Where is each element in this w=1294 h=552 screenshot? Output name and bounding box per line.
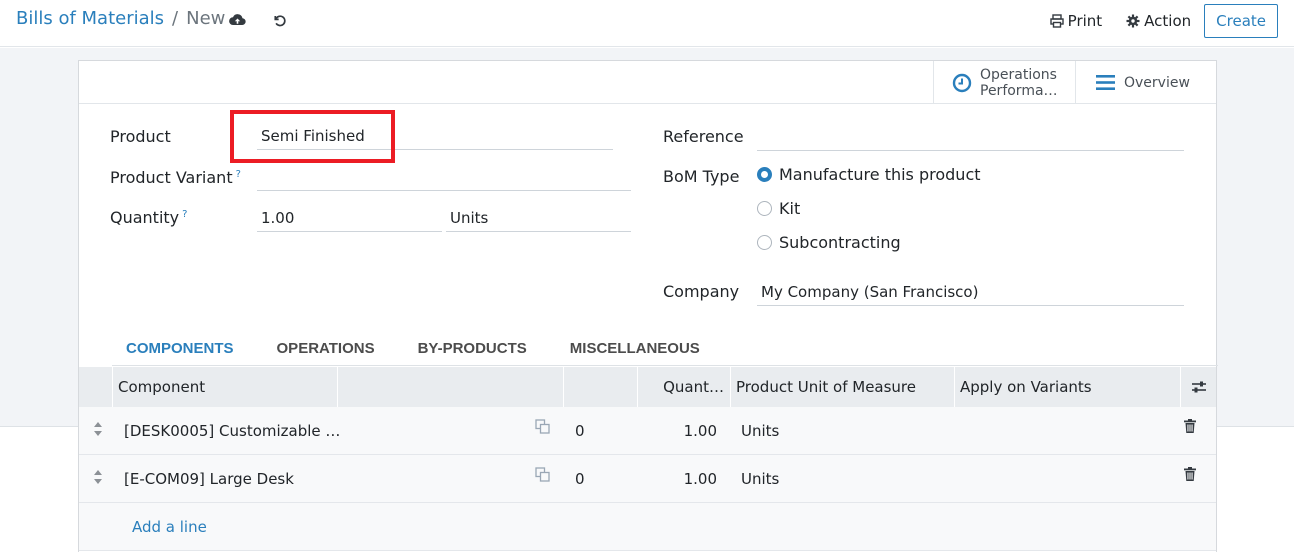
operations-label-line2: Performa… xyxy=(980,82,1058,99)
column-header-uom[interactable]: Product Unit of Measure xyxy=(730,367,954,407)
trash-icon[interactable] xyxy=(1184,467,1196,481)
sliders-icon xyxy=(1191,381,1206,393)
product-variant-label-text: Product Variant xyxy=(110,168,233,187)
quantity-label: Quantity? xyxy=(110,208,187,227)
highlight-box xyxy=(230,110,395,163)
bom-type-manufacture-radio[interactable]: Manufacture this product xyxy=(757,165,981,184)
row-col3: 0 xyxy=(575,422,585,440)
create-button[interactable]: Create xyxy=(1204,4,1278,38)
column-header-component[interactable]: Component xyxy=(112,367,337,407)
tab-components[interactable]: COMPONENTS xyxy=(112,338,234,366)
discard-icon[interactable] xyxy=(270,11,288,29)
bom-type-subcontracting-label: Subcontracting xyxy=(779,233,901,252)
action-button[interactable]: Action xyxy=(1126,12,1191,30)
bars-icon xyxy=(1096,75,1115,90)
row-component: [DESK0005] Customizable … xyxy=(124,422,341,440)
table-row[interactable]: [DESK0005] Customizable … 0 1.00 Units xyxy=(79,407,1216,455)
company-label: Company xyxy=(663,282,740,301)
company-field[interactable]: My Company (San Francisco) xyxy=(757,280,1184,306)
print-button[interactable]: Print xyxy=(1049,12,1103,30)
drag-handle-icon[interactable] xyxy=(93,421,103,437)
copy-icon[interactable] xyxy=(535,467,550,482)
bom-type-label: BoM Type xyxy=(663,167,740,186)
trash-icon[interactable] xyxy=(1184,419,1196,433)
quantity-field[interactable]: 1.00 xyxy=(257,206,442,232)
operations-performance-button[interactable]: Operations Performa… xyxy=(933,61,1075,104)
product-variant-field[interactable] xyxy=(257,165,631,191)
bom-type-kit-radio[interactable]: Kit xyxy=(757,199,800,218)
operations-label-line1: Operations xyxy=(980,66,1057,83)
bom-type-subcontracting-radio[interactable]: Subcontracting xyxy=(757,233,901,252)
column-header-blank xyxy=(563,367,637,407)
bom-type-manufacture-label: Manufacture this product xyxy=(779,165,981,184)
drag-handle-icon[interactable] xyxy=(93,469,103,485)
tab-by-products[interactable]: BY-PRODUCTS xyxy=(404,338,527,366)
table-header: Component Quant… Product Unit of Measure… xyxy=(79,367,1216,407)
smart-button-box: Operations Performa… Overview xyxy=(79,61,1216,104)
overview-label: Overview xyxy=(1124,74,1190,91)
breadcrumb-separator: / xyxy=(172,8,179,29)
radio-unchecked-icon xyxy=(757,235,772,250)
optional-columns-toggle[interactable] xyxy=(1180,367,1216,407)
radio-checked-icon xyxy=(757,167,772,182)
control-panel: Bills of Materials / New Print Action Cr… xyxy=(0,0,1294,47)
tab-miscellaneous[interactable]: MISCELLANEOUS xyxy=(556,338,700,366)
row-uom: Units xyxy=(741,422,780,440)
product-label: Product xyxy=(110,127,171,146)
tabs-divider xyxy=(112,365,1218,366)
clock-icon xyxy=(952,73,972,92)
reference-field[interactable] xyxy=(757,125,1184,151)
bom-type-kit-label: Kit xyxy=(779,199,801,218)
breadcrumb: Bills of Materials / New xyxy=(16,8,225,29)
help-icon[interactable]: ? xyxy=(182,209,187,220)
breadcrumb-bills-of-materials[interactable]: Bills of Materials xyxy=(16,8,164,29)
row-quantity: 1.00 xyxy=(683,422,717,440)
print-label: Print xyxy=(1067,12,1103,30)
column-header-quantity[interactable]: Quant… xyxy=(637,367,730,407)
gear-icon xyxy=(1126,14,1140,28)
radio-unchecked-icon xyxy=(757,201,772,216)
table-row[interactable]: [E-COM09] Large Desk 0 1.00 Units xyxy=(79,455,1216,503)
reference-label: Reference xyxy=(663,127,744,146)
add-line-row: Add a line xyxy=(79,503,1216,551)
quantity-uom-field[interactable]: Units xyxy=(446,206,631,232)
action-label: Action xyxy=(1144,12,1192,30)
notebook-tabs: COMPONENTS OPERATIONS BY-PRODUCTS MISCEL… xyxy=(112,338,729,366)
column-header-blank xyxy=(337,367,563,407)
help-icon[interactable]: ? xyxy=(236,169,241,180)
add-line-link[interactable]: Add a line xyxy=(132,503,207,551)
cloud-upload-icon[interactable] xyxy=(228,11,246,29)
tab-operations[interactable]: OPERATIONS xyxy=(263,338,375,366)
row-uom: Units xyxy=(741,470,780,488)
row-component: [E-COM09] Large Desk xyxy=(124,470,294,488)
overview-button[interactable]: Overview xyxy=(1075,61,1216,104)
breadcrumb-current: New xyxy=(186,8,226,29)
column-header-apply-on-variants[interactable]: Apply on Variants xyxy=(954,367,1180,407)
control-panel-actions: Print Action Create xyxy=(1026,4,1278,38)
product-variant-label: Product Variant? xyxy=(110,168,241,187)
form-sheet: Operations Performa… Overview Product Se… xyxy=(78,60,1218,552)
row-col3: 0 xyxy=(575,470,585,488)
row-quantity: 1.00 xyxy=(683,470,717,488)
print-icon xyxy=(1049,14,1064,28)
copy-icon[interactable] xyxy=(535,419,550,434)
quantity-label-text: Quantity xyxy=(110,208,180,227)
